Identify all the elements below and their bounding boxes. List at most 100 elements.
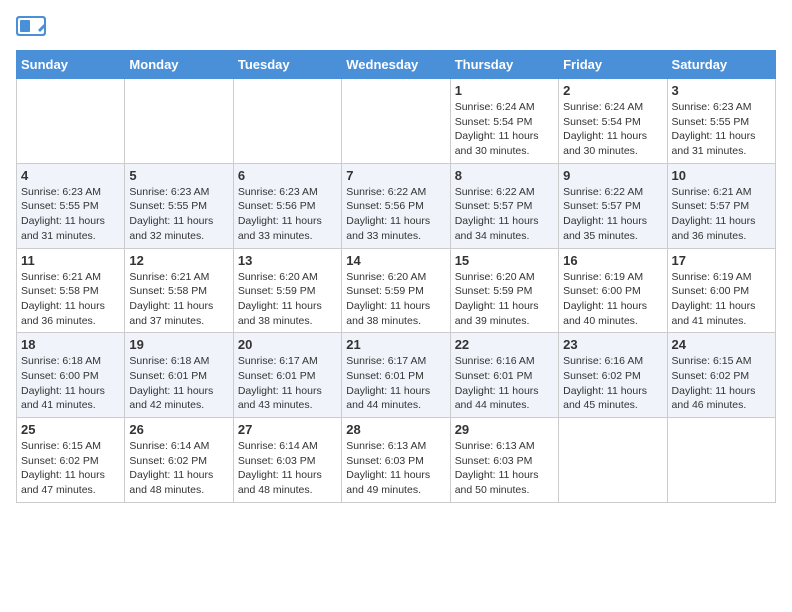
calendar-cell: 5 Sunrise: 6:23 AM Sunset: 5:55 PM Daylig… — [125, 163, 233, 248]
header-day-saturday: Saturday — [667, 51, 775, 79]
header-day-sunday: Sunday — [17, 51, 125, 79]
day-number: 12 — [129, 253, 228, 268]
calendar-cell — [17, 79, 125, 164]
calendar-cell: 21 Sunrise: 6:17 AM Sunset: 6:01 PM Dayli… — [342, 333, 450, 418]
logo — [16, 16, 48, 42]
calendar-cell: 6 Sunrise: 6:23 AM Sunset: 5:56 PM Daylig… — [233, 163, 341, 248]
calendar-cell: 2Sunrise: 6:24 AM Sunset: 5:54 PM Daylig… — [559, 79, 667, 164]
day-info: Sunrise: 6:14 AM Sunset: 6:02 PM Dayligh… — [129, 439, 228, 498]
day-number: 1 — [455, 83, 554, 98]
calendar-table: SundayMondayTuesdayWednesdayThursdayFrid… — [16, 50, 776, 503]
day-number: 20 — [238, 337, 337, 352]
day-number: 21 — [346, 337, 445, 352]
calendar-cell: 12 Sunrise: 6:21 AM Sunset: 5:58 PM Dayli… — [125, 248, 233, 333]
calendar-cell: 25 Sunrise: 6:15 AM Sunset: 6:02 PM Dayli… — [17, 418, 125, 503]
calendar-cell: 9 Sunrise: 6:22 AM Sunset: 5:57 PM Daylig… — [559, 163, 667, 248]
day-number: 15 — [455, 253, 554, 268]
week-row-5: 25 Sunrise: 6:15 AM Sunset: 6:02 PM Dayli… — [17, 418, 776, 503]
calendar-cell — [342, 79, 450, 164]
day-number: 23 — [563, 337, 662, 352]
day-info: Sunrise: 6:20 AM Sunset: 5:59 PM Dayligh… — [238, 270, 337, 329]
day-info: Sunrise: 6:21 AM Sunset: 5:58 PM Dayligh… — [129, 270, 228, 329]
header-day-monday: Monday — [125, 51, 233, 79]
calendar-cell: 4 Sunrise: 6:23 AM Sunset: 5:55 PM Daylig… — [17, 163, 125, 248]
day-info: Sunrise: 6:21 AM Sunset: 5:58 PM Dayligh… — [21, 270, 120, 329]
day-number: 9 — [563, 168, 662, 183]
calendar-cell — [559, 418, 667, 503]
day-info: Sunrise: 6:19 AM Sunset: 6:00 PM Dayligh… — [672, 270, 771, 329]
calendar-cell: 14 Sunrise: 6:20 AM Sunset: 5:59 PM Dayli… — [342, 248, 450, 333]
day-number: 7 — [346, 168, 445, 183]
day-info: Sunrise: 6:20 AM Sunset: 5:59 PM Dayligh… — [346, 270, 445, 329]
day-number: 6 — [238, 168, 337, 183]
day-number: 5 — [129, 168, 228, 183]
day-info: Sunrise: 6:16 AM Sunset: 6:01 PM Dayligh… — [455, 354, 554, 413]
calendar-cell: 20Sunrise: 6:17 AM Sunset: 6:01 PM Dayli… — [233, 333, 341, 418]
day-number: 24 — [672, 337, 771, 352]
day-number: 13 — [238, 253, 337, 268]
day-info: Sunrise: 6:18 AM Sunset: 6:00 PM Dayligh… — [21, 354, 120, 413]
day-number: 19 — [129, 337, 228, 352]
day-info: Sunrise: 6:22 AM Sunset: 5:57 PM Dayligh… — [455, 185, 554, 244]
calendar-cell: 11 Sunrise: 6:21 AM Sunset: 5:58 PM Dayli… — [17, 248, 125, 333]
day-info: Sunrise: 6:16 AM Sunset: 6:02 PM Dayligh… — [563, 354, 662, 413]
day-info: Sunrise: 6:17 AM Sunset: 6:01 PM Dayligh… — [346, 354, 445, 413]
day-number: 17 — [672, 253, 771, 268]
calendar-cell: 23 Sunrise: 6:16 AM Sunset: 6:02 PM Dayli… — [559, 333, 667, 418]
day-number: 26 — [129, 422, 228, 437]
calendar-cell: 26 Sunrise: 6:14 AM Sunset: 6:02 PM Dayli… — [125, 418, 233, 503]
calendar-cell: 10 Sunrise: 6:21 AM Sunset: 5:57 PM Dayli… — [667, 163, 775, 248]
calendar-cell — [233, 79, 341, 164]
day-info: Sunrise: 6:22 AM Sunset: 5:56 PM Dayligh… — [346, 185, 445, 244]
day-info: Sunrise: 6:23 AM Sunset: 5:56 PM Dayligh… — [238, 185, 337, 244]
day-info: Sunrise: 6:24 AM Sunset: 5:54 PM Dayligh… — [455, 100, 554, 159]
day-number: 8 — [455, 168, 554, 183]
day-info: Sunrise: 6:23 AM Sunset: 5:55 PM Dayligh… — [672, 100, 771, 159]
day-number: 22 — [455, 337, 554, 352]
calendar-cell: 28Sunrise: 6:13 AM Sunset: 6:03 PM Dayli… — [342, 418, 450, 503]
calendar-cell: 7 Sunrise: 6:22 AM Sunset: 5:56 PM Daylig… — [342, 163, 450, 248]
calendar-cell: 27Sunrise: 6:14 AM Sunset: 6:03 PM Dayli… — [233, 418, 341, 503]
day-info: Sunrise: 6:23 AM Sunset: 5:55 PM Dayligh… — [129, 185, 228, 244]
day-info: Sunrise: 6:24 AM Sunset: 5:54 PM Dayligh… — [563, 100, 662, 159]
day-info: Sunrise: 6:19 AM Sunset: 6:00 PM Dayligh… — [563, 270, 662, 329]
day-info: Sunrise: 6:15 AM Sunset: 6:02 PM Dayligh… — [672, 354, 771, 413]
day-info: Sunrise: 6:13 AM Sunset: 6:03 PM Dayligh… — [455, 439, 554, 498]
logo-icon — [16, 16, 46, 42]
day-info: Sunrise: 6:15 AM Sunset: 6:02 PM Dayligh… — [21, 439, 120, 498]
calendar-cell: 3 Sunrise: 6:23 AM Sunset: 5:55 PM Daylig… — [667, 79, 775, 164]
calendar-cell: 22 Sunrise: 6:16 AM Sunset: 6:01 PM Dayli… — [450, 333, 558, 418]
day-number: 28 — [346, 422, 445, 437]
calendar-cell: 16Sunrise: 6:19 AM Sunset: 6:00 PM Dayli… — [559, 248, 667, 333]
week-row-2: 4 Sunrise: 6:23 AM Sunset: 5:55 PM Daylig… — [17, 163, 776, 248]
day-number: 25 — [21, 422, 120, 437]
week-row-3: 11 Sunrise: 6:21 AM Sunset: 5:58 PM Dayli… — [17, 248, 776, 333]
day-number: 14 — [346, 253, 445, 268]
day-number: 3 — [672, 83, 771, 98]
header-day-tuesday: Tuesday — [233, 51, 341, 79]
day-number: 29 — [455, 422, 554, 437]
calendar-cell — [125, 79, 233, 164]
header-day-thursday: Thursday — [450, 51, 558, 79]
header-day-wednesday: Wednesday — [342, 51, 450, 79]
day-info: Sunrise: 6:14 AM Sunset: 6:03 PM Dayligh… — [238, 439, 337, 498]
day-info: Sunrise: 6:20 AM Sunset: 5:59 PM Dayligh… — [455, 270, 554, 329]
week-row-1: 1 Sunrise: 6:24 AM Sunset: 5:54 PM Daylig… — [17, 79, 776, 164]
calendar-cell: 17 Sunrise: 6:19 AM Sunset: 6:00 PM Dayli… — [667, 248, 775, 333]
day-info: Sunrise: 6:21 AM Sunset: 5:57 PM Dayligh… — [672, 185, 771, 244]
day-info: Sunrise: 6:23 AM Sunset: 5:55 PM Dayligh… — [21, 185, 120, 244]
header — [16, 16, 776, 42]
calendar-cell: 1 Sunrise: 6:24 AM Sunset: 5:54 PM Daylig… — [450, 79, 558, 164]
day-info: Sunrise: 6:18 AM Sunset: 6:01 PM Dayligh… — [129, 354, 228, 413]
calendar-cell: 8 Sunrise: 6:22 AM Sunset: 5:57 PM Daylig… — [450, 163, 558, 248]
calendar-cell: 24 Sunrise: 6:15 AM Sunset: 6:02 PM Dayli… — [667, 333, 775, 418]
day-number: 11 — [21, 253, 120, 268]
day-number: 10 — [672, 168, 771, 183]
calendar-header-row: SundayMondayTuesdayWednesdayThursdayFrid… — [17, 51, 776, 79]
day-info: Sunrise: 6:22 AM Sunset: 5:57 PM Dayligh… — [563, 185, 662, 244]
calendar-cell: 13 Sunrise: 6:20 AM Sunset: 5:59 PM Dayli… — [233, 248, 341, 333]
day-number: 4 — [21, 168, 120, 183]
calendar-cell — [667, 418, 775, 503]
week-row-4: 18Sunrise: 6:18 AM Sunset: 6:00 PM Dayli… — [17, 333, 776, 418]
header-day-friday: Friday — [559, 51, 667, 79]
